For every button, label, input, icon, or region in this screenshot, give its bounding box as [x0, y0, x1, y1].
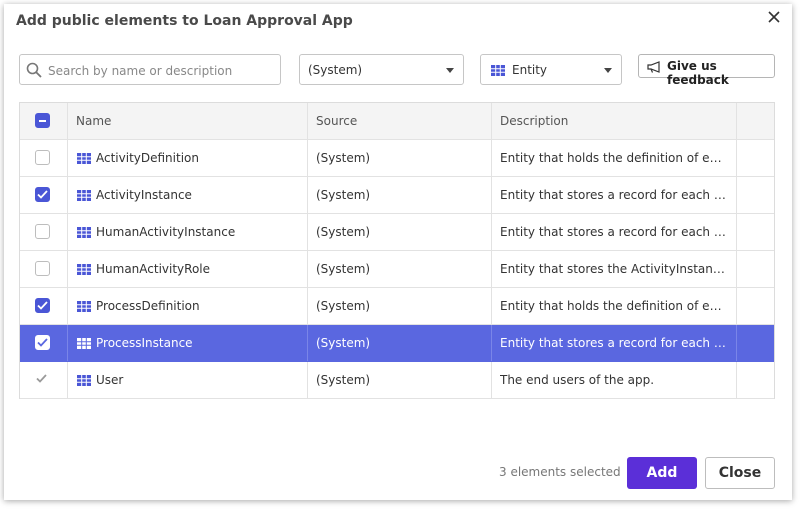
row-checkbox[interactable]	[35, 298, 50, 313]
source-selected: (System)	[308, 63, 363, 77]
entity-icon	[77, 227, 91, 241]
row-name: User	[96, 373, 124, 387]
type-selected: Entity	[512, 63, 548, 77]
table-row[interactable]: HumanActivityInstance (System) Entity that…	[20, 214, 774, 251]
row-checkbox[interactable]	[35, 187, 50, 202]
row-description: Entity that holds the definition of each…	[500, 299, 728, 313]
entity-icon	[77, 153, 91, 167]
row-source: (System)	[316, 373, 371, 387]
chevron-down-icon	[604, 68, 612, 73]
row-checkbox	[35, 372, 50, 387]
table-row[interactable]: HumanActivityRole (System) Entity that sto…	[20, 251, 774, 288]
close-icon[interactable]	[766, 9, 782, 25]
column-header-source[interactable]: Source	[316, 114, 483, 128]
row-source: (System)	[316, 262, 371, 276]
row-checkbox[interactable]	[35, 335, 50, 350]
table-row[interactable]: ProcessInstance (System) Entity that store…	[20, 325, 774, 362]
add-button[interactable]: Add	[627, 457, 697, 489]
close-button[interactable]: Close	[705, 457, 775, 489]
row-source: (System)	[316, 151, 371, 165]
row-checkbox[interactable]	[35, 150, 50, 165]
search-box	[19, 54, 281, 85]
select-all-checkbox[interactable]	[35, 113, 50, 128]
give-feedback-button[interactable]: Give us feedback	[638, 54, 775, 87]
row-checkbox[interactable]	[35, 261, 50, 276]
entity-icon	[77, 264, 91, 278]
entity-icon	[77, 190, 91, 204]
row-source: (System)	[316, 336, 371, 350]
column-header-name[interactable]: Name	[76, 114, 299, 128]
row-source: (System)	[316, 188, 371, 202]
row-name: HumanActivityRole	[96, 262, 211, 276]
row-name: ActivityDefinition	[96, 151, 199, 165]
row-description: Entity that holds the definition of each…	[500, 151, 728, 165]
add-elements-dialog: Add public elements to Loan Approval App…	[4, 4, 792, 500]
table-row[interactable]: ActivityInstance (System) Entity that stor…	[20, 177, 774, 214]
row-description: Entity that stores a record for each act…	[500, 188, 728, 202]
table-row[interactable]: ProcessDefinition (System) Entity that hol…	[20, 288, 774, 325]
chevron-down-icon	[446, 68, 454, 73]
entity-icon	[77, 375, 91, 389]
dialog-title: Add public elements to Loan Approval App	[16, 13, 353, 29]
megaphone-icon	[647, 61, 663, 76]
row-name: ActivityInstance	[96, 188, 192, 202]
row-source: (System)	[316, 299, 371, 313]
row-description: The end users of the app.	[500, 373, 655, 387]
row-checkbox[interactable]	[35, 224, 50, 239]
row-description: Entity that stores a record for each hum…	[500, 225, 728, 239]
table-row[interactable]: ActivityDefinition (System) Entity that ho…	[20, 140, 774, 177]
selection-count: 3 elements selected	[499, 465, 621, 479]
row-description: Entity that stores the ActivityInstanceI…	[500, 262, 728, 276]
row-name: HumanActivityInstance	[96, 225, 236, 239]
row-description: Entity that stores a record for each act…	[500, 336, 728, 350]
source-dropdown[interactable]: (System)	[299, 54, 464, 85]
row-name: ProcessInstance	[96, 336, 193, 350]
elements-table: Name Source Description ActivityDefiniti…	[19, 102, 775, 399]
table-row[interactable]: User (System) The end users of the app.	[20, 362, 774, 399]
entity-icon	[77, 338, 91, 352]
row-source: (System)	[316, 225, 371, 239]
search-input[interactable]	[46, 56, 280, 85]
feedback-label: Give us feedback	[667, 59, 729, 87]
table-header: Name Source Description	[20, 103, 774, 140]
entity-icon	[491, 65, 505, 79]
row-name: ProcessDefinition	[96, 299, 200, 313]
type-dropdown[interactable]: Entity	[480, 54, 622, 85]
entity-icon	[77, 301, 91, 315]
search-icon	[26, 62, 42, 82]
column-header-description[interactable]: Description	[500, 114, 728, 128]
